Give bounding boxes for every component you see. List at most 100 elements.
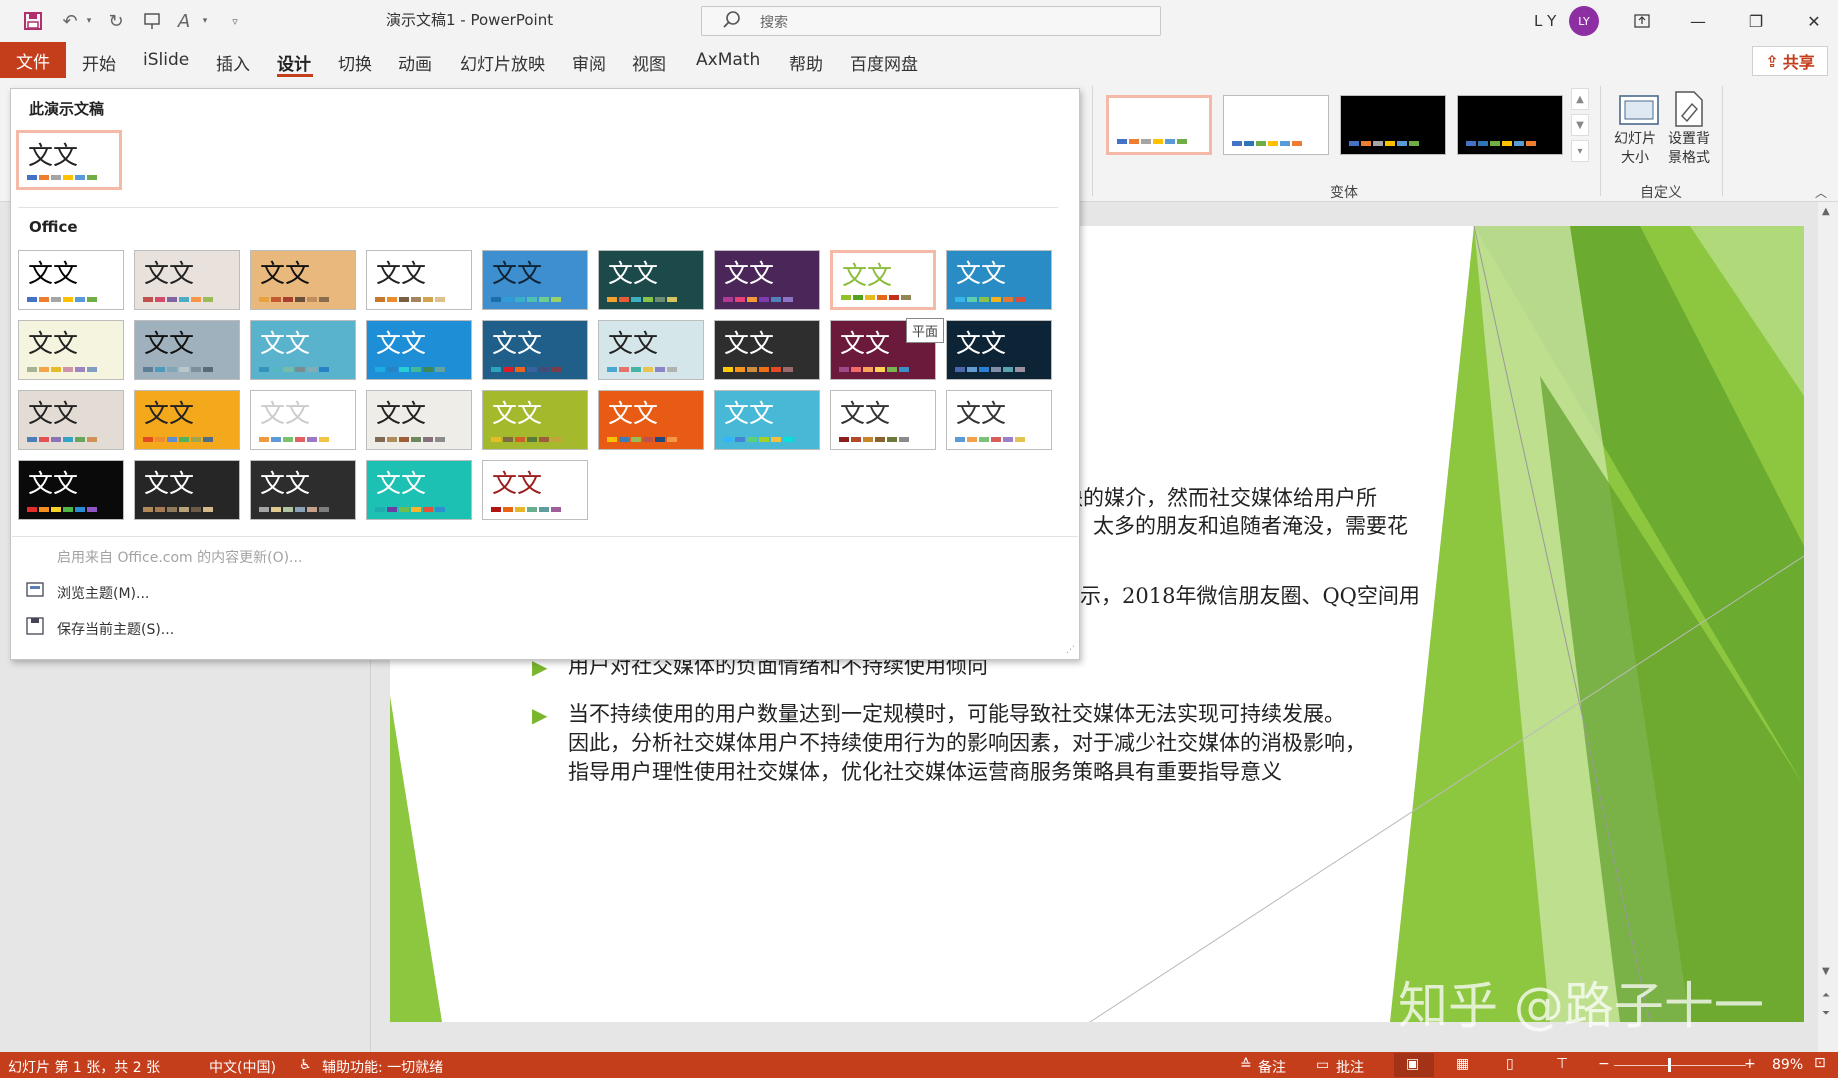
customize-qat-icon[interactable]: ▿ [226, 8, 244, 34]
office-theme-thumbnail[interactable]: 文文 [134, 320, 240, 380]
office-theme-thumbnail[interactable]: 文文 [714, 250, 820, 310]
office-theme-thumbnail[interactable]: 文文 [250, 460, 356, 520]
office-theme-thumbnail[interactable]: 文文 [134, 390, 240, 450]
close-icon[interactable]: ✕ [1794, 6, 1834, 36]
theme-swatch [375, 297, 445, 302]
variant-4[interactable] [1457, 95, 1563, 155]
office-theme-thumbnail[interactable]: 文文 [714, 390, 820, 450]
save-icon[interactable] [20, 8, 46, 34]
office-theme-thumbnail[interactable]: 文文 [946, 250, 1052, 310]
slideshow-view-icon[interactable]: ⊤ [1556, 1056, 1568, 1072]
variant-1[interactable] [1106, 95, 1212, 155]
gallery-more-icon[interactable]: ▾ [1571, 140, 1589, 162]
tab-slideshow[interactable]: 幻灯片放映 [460, 50, 545, 75]
tab-design[interactable]: 设计 [277, 50, 311, 75]
browse-themes-menu-item[interactable]: 浏览主题(M)... [57, 583, 149, 603]
office-theme-thumbnail[interactable]: 文文 [18, 250, 124, 310]
fit-to-window-icon[interactable]: ⊡ [1814, 1055, 1826, 1071]
notes-button[interactable]: 备注 [1258, 1057, 1286, 1077]
reading-view-icon[interactable]: ▯ [1506, 1056, 1514, 1072]
current-theme-thumbnail[interactable]: 文文 [16, 130, 122, 190]
variant-3[interactable] [1340, 95, 1446, 155]
zoom-level[interactable]: 89% [1772, 1057, 1803, 1073]
restore-icon[interactable]: ❐ [1736, 6, 1776, 36]
scroll-up-icon[interactable]: ▲ [1822, 206, 1830, 217]
office-theme-thumbnail[interactable]: 文文 [830, 250, 936, 310]
office-theme-thumbnail[interactable]: 文文 [482, 460, 588, 520]
language-indicator[interactable]: 中文(中国) [209, 1057, 276, 1077]
zoom-slider[interactable] [1614, 1065, 1746, 1066]
office-theme-thumbnail[interactable]: 文文 [250, 390, 356, 450]
minimize-icon[interactable]: — [1678, 6, 1718, 36]
variant-2[interactable] [1223, 95, 1329, 155]
office-theme-thumbnail[interactable]: 文文 [134, 460, 240, 520]
user-name[interactable]: L Y [1534, 12, 1556, 30]
tab-view[interactable]: 视图 [632, 50, 666, 75]
format-painter-icon[interactable]: A [172, 8, 196, 34]
tab-transitions[interactable]: 切换 [338, 50, 372, 75]
presentation-start-icon[interactable] [140, 8, 164, 34]
office-theme-thumbnail[interactable]: 文文 [18, 320, 124, 380]
office-theme-thumbnail[interactable]: 文文 [482, 390, 588, 450]
office-theme-thumbnail[interactable]: 文文 [946, 320, 1052, 380]
office-theme-thumbnail[interactable]: 文文 [598, 250, 704, 310]
comments-button[interactable]: 批注 [1336, 1057, 1364, 1077]
tab-axmath[interactable]: AxMath [696, 50, 760, 70]
tab-animations[interactable]: 动画 [398, 50, 432, 75]
office-theme-thumbnail[interactable]: 文文 [366, 250, 472, 310]
collapse-ribbon-icon[interactable]: ︿ [1815, 184, 1827, 201]
gallery-scroll-up-icon[interactable]: ▲ [1571, 88, 1589, 110]
previous-slide-icon[interactable]: ⏶ [1822, 990, 1830, 1001]
office-theme-thumbnail[interactable]: 文文 [18, 460, 124, 520]
share-button[interactable]: ⇪ 共享 [1752, 46, 1828, 76]
avatar[interactable]: LY [1569, 6, 1599, 36]
scroll-down-icon[interactable]: ▼ [1822, 966, 1830, 977]
undo-icon[interactable]: ↶ [58, 8, 82, 34]
format-background-button[interactable]: 设置背景格式 [1665, 130, 1713, 168]
document-title: 演示文稿1 - PowerPoint [386, 11, 554, 29]
format-dropdown-icon[interactable]: ▾ [198, 8, 212, 34]
tab-file[interactable]: 文件 [0, 42, 66, 78]
tab-islide[interactable]: iSlide [143, 50, 189, 70]
office-theme-thumbnail[interactable]: 文文 [366, 390, 472, 450]
office-theme-thumbnail[interactable]: 文文 [366, 320, 472, 380]
office-theme-thumbnail[interactable]: 文文 [134, 250, 240, 310]
gallery-scroll-down-icon[interactable]: ▼ [1571, 114, 1589, 136]
slide-sorter-icon[interactable]: ▦ [1456, 1056, 1469, 1072]
zoom-slider-thumb[interactable] [1668, 1058, 1671, 1072]
redo-icon[interactable]: ↻ [104, 8, 128, 34]
tab-insert[interactable]: 插入 [216, 50, 250, 75]
accessibility-status[interactable]: 辅助功能: 一切就绪 [322, 1057, 443, 1077]
tab-home[interactable]: 开始 [82, 50, 116, 75]
office-theme-thumbnail[interactable]: 文文 [482, 320, 588, 380]
notes-icon: ≙ [1240, 1057, 1252, 1073]
vertical-scrollbar[interactable] [1818, 202, 1838, 1052]
save-theme-menu-item[interactable]: 保存当前主题(S)... [57, 619, 174, 639]
tab-baidu-netdisk[interactable]: 百度网盘 [850, 50, 918, 75]
slide-size-button[interactable]: 幻灯片大小 [1613, 130, 1657, 168]
theme-tooltip: 平面 [906, 318, 945, 343]
body-text-line: 缺的媒介，然而社交媒体给用户所 [1062, 486, 1377, 510]
format-background-icon[interactable] [1670, 90, 1706, 132]
office-theme-thumbnail[interactable]: 文文 [714, 320, 820, 380]
office-theme-thumbnail[interactable]: 文文 [946, 390, 1052, 450]
office-theme-thumbnail[interactable]: 文文 [250, 250, 356, 310]
zoom-in-icon[interactable]: + [1744, 1056, 1756, 1072]
office-theme-thumbnail[interactable]: 文文 [482, 250, 588, 310]
zoom-out-icon[interactable]: − [1598, 1056, 1610, 1072]
tab-help[interactable]: 帮助 [789, 50, 823, 75]
variant-swatch [1349, 141, 1419, 146]
next-slide-icon[interactable]: ⏷ [1822, 1008, 1830, 1019]
office-theme-thumbnail[interactable]: 文文 [18, 390, 124, 450]
tab-review[interactable]: 审阅 [572, 50, 606, 75]
office-theme-thumbnail[interactable]: 文文 [598, 320, 704, 380]
theme-swatch [607, 367, 677, 372]
resize-grip-icon[interactable]: ⋰ [1066, 645, 1075, 655]
slide-size-icon[interactable] [1618, 92, 1660, 132]
office-theme-thumbnail[interactable]: 文文 [250, 320, 356, 380]
ribbon-display-options-icon[interactable] [1622, 6, 1662, 36]
office-theme-thumbnail[interactable]: 文文 [598, 390, 704, 450]
undo-dropdown-icon[interactable]: ▾ [82, 8, 96, 34]
office-theme-thumbnail[interactable]: 文文 [830, 390, 936, 450]
office-theme-thumbnail[interactable]: 文文 [366, 460, 472, 520]
